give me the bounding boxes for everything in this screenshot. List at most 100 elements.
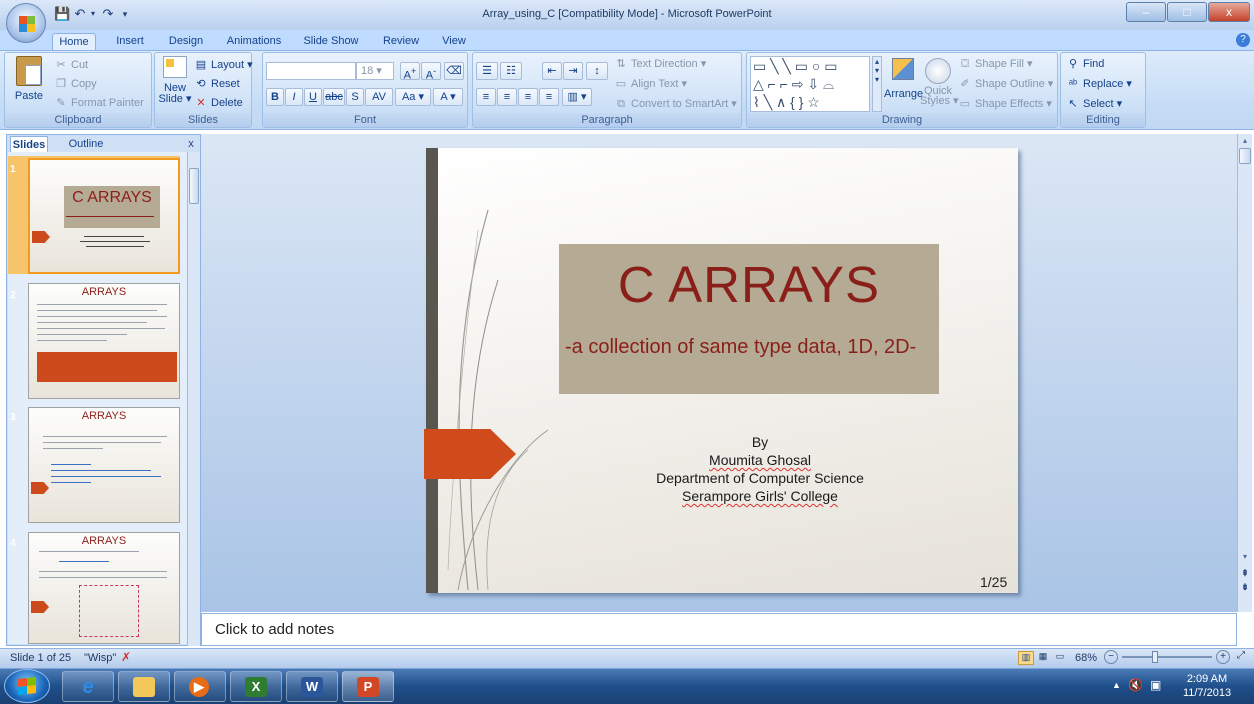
tab-slide-show[interactable]: Slide Show <box>298 33 364 50</box>
thumbnail-slide-2[interactable]: ARRAYS <box>28 283 180 399</box>
tab-design[interactable]: Design <box>163 33 209 50</box>
previous-slide-icon[interactable]: ⇞ <box>1239 568 1251 579</box>
start-button[interactable] <box>4 669 50 703</box>
bold-button[interactable]: B <box>266 88 284 106</box>
zoom-in-icon[interactable]: + <box>1216 650 1230 664</box>
zoom-out-icon[interactable]: − <box>1104 650 1118 664</box>
help-icon[interactable]: ? <box>1236 33 1250 47</box>
taskbar-internet-explorer[interactable]: e <box>62 671 114 702</box>
notes-placeholder[interactable]: Click to add notes <box>215 621 334 638</box>
paste-button[interactable]: Paste <box>12 56 46 116</box>
slide-sorter-icon[interactable]: ▦ <box>1035 651 1051 665</box>
find-button[interactable]: ⚲ Find <box>1066 57 1104 71</box>
layout-button[interactable]: ▤ Layout ▾ <box>194 58 253 72</box>
tab-animations[interactable]: Animations <box>222 33 286 50</box>
tab-insert[interactable]: Insert <box>108 33 152 50</box>
shapes-gallery-scroll[interactable]: ▴ ▾ ▾ <box>872 56 882 112</box>
show-hidden-icons[interactable]: ▲ <box>1112 680 1121 690</box>
tab-home[interactable]: Home <box>52 33 96 50</box>
office-button[interactable] <box>6 3 46 43</box>
format-painter-button[interactable]: ✎ Format Painter <box>54 96 143 110</box>
zoom-slider-track[interactable] <box>1122 656 1212 658</box>
network-icon[interactable]: ▣ <box>1150 678 1161 692</box>
close-pane-button[interactable]: x <box>184 136 198 152</box>
new-slide-button[interactable]: New Slide ▾ <box>158 56 192 116</box>
close-button[interactable]: x <box>1208 2 1250 22</box>
delete-button[interactable]: ✕ Delete <box>194 96 242 110</box>
author-name[interactable]: Moumita Ghosal <box>560 452 960 468</box>
line-spacing-button[interactable]: ↕ <box>586 62 608 80</box>
arrange-button[interactable]: Arrange <box>884 56 923 114</box>
author-department[interactable]: Department of Computer Science <box>560 470 960 486</box>
theme-status[interactable]: "Wisp" <box>84 652 116 664</box>
slide-show-icon[interactable]: ▭ <box>1052 651 1068 665</box>
align-text-button[interactable]: ▭ Align Text ▾ <box>614 77 687 91</box>
notes-pane[interactable] <box>201 613 1237 646</box>
shape-outline-button[interactable]: ✐ Shape Outline ▾ <box>958 77 1053 91</box>
author-college[interactable]: Serampore Girls' College <box>560 488 960 504</box>
spell-check-icon[interactable]: ✗ <box>118 650 134 666</box>
next-slide-icon[interactable]: ⇟ <box>1239 582 1251 593</box>
decrease-indent-button[interactable]: ⇤ <box>542 62 562 80</box>
thumbnail-slide-4[interactable]: ARRAYS <box>28 532 180 644</box>
thumbnail-scroll-thumb[interactable] <box>189 168 199 204</box>
italic-button[interactable]: I <box>285 88 303 106</box>
align-center-button[interactable]: ≡ <box>497 88 517 106</box>
change-case-button[interactable]: Aa ▾ <box>395 88 431 106</box>
underline-button[interactable]: U <box>304 88 322 106</box>
columns-button[interactable]: ▥ ▾ <box>562 88 592 106</box>
thumbnail-slide-1[interactable]: C ARRAYS <box>28 158 180 274</box>
shadow-button[interactable]: S <box>346 88 364 106</box>
taskbar-excel[interactable]: X <box>230 671 282 702</box>
thumbnail-slide-3[interactable]: ARRAYS <box>28 407 180 523</box>
taskbar-powerpoint[interactable]: P <box>342 671 394 702</box>
slide-scrollbar[interactable]: ▴ ▾ ⇞ ⇟ <box>1237 134 1252 612</box>
replace-button[interactable]: ᵃᵇ Replace ▾ <box>1066 77 1132 91</box>
justify-button[interactable]: ≡ <box>539 88 559 106</box>
slide-scroll-thumb[interactable] <box>1239 148 1251 164</box>
text-direction-button[interactable]: ⇅ Text Direction ▾ <box>614 57 706 71</box>
tab-review[interactable]: Review <box>378 33 424 50</box>
grow-font-button[interactable]: A+ <box>400 62 420 82</box>
taskbar-word[interactable]: W <box>286 671 338 702</box>
align-right-button[interactable]: ≡ <box>518 88 538 106</box>
taskbar-clock[interactable]: 2:09 AM 11/7/2013 <box>1170 672 1244 700</box>
maximize-button[interactable]: □ <box>1167 2 1207 22</box>
normal-view-icon[interactable]: ▥ <box>1018 651 1034 665</box>
increase-indent-button[interactable]: ⇥ <box>563 62 583 80</box>
scroll-down-icon[interactable]: ▾ <box>1239 552 1251 561</box>
clear-formatting-button[interactable]: ⌫ <box>444 62 464 80</box>
thumbnail-scrollbar[interactable] <box>187 152 200 646</box>
shrink-font-button[interactable]: A- <box>421 62 441 82</box>
reset-button[interactable]: ⟲ Reset <box>194 77 239 91</box>
convert-smartart-button[interactable]: ⧉ Convert to SmartArt ▾ <box>614 97 737 111</box>
tab-outline[interactable]: Outline <box>62 136 110 152</box>
tab-view[interactable]: View <box>436 33 472 50</box>
fit-to-window-icon[interactable]: ⤢ <box>1234 650 1248 664</box>
shape-effects-button[interactable]: ▭ Shape Effects ▾ <box>958 97 1052 111</box>
align-left-button[interactable]: ≡ <box>476 88 496 106</box>
bullets-button[interactable]: ☰ <box>476 62 498 80</box>
slide-subtitle[interactable]: -a collection of same type data, 1D, 2D- <box>565 334 937 360</box>
minimize-button[interactable]: – <box>1126 2 1166 22</box>
zoom-level[interactable]: 68% <box>1075 652 1097 664</box>
font-color-button[interactable]: A ▾ <box>433 88 463 106</box>
select-button[interactable]: ↖ Select ▾ <box>1066 97 1122 111</box>
taskbar-file-explorer[interactable] <box>118 671 170 702</box>
shape-fill-button[interactable]: ⛋ Shape Fill ▾ <box>958 57 1033 71</box>
character-spacing-button[interactable]: AV <box>365 88 393 106</box>
copy-button[interactable]: ❐ Copy <box>54 77 97 91</box>
scroll-up-icon[interactable]: ▴ <box>1239 136 1251 146</box>
tab-slides[interactable]: Slides <box>10 136 48 152</box>
quick-styles-button[interactable]: Quick Styles ▾ <box>920 56 959 114</box>
font-name-combo[interactable] <box>266 62 356 80</box>
slide-title[interactable]: C ARRAYS <box>559 255 939 314</box>
cut-button[interactable]: ✂ Cut <box>54 58 88 72</box>
font-size-combo[interactable]: 18 ▾ <box>356 62 394 80</box>
strikethrough-button[interactable]: abc <box>323 88 345 106</box>
author-by[interactable]: By <box>560 434 960 450</box>
zoom-slider-thumb[interactable] <box>1152 651 1158 663</box>
shapes-gallery[interactable]: ▭ ╲ ╲ ▭ ○ ▭ △ ⌐ ⌐ ⇨ ⇩ ⌓ ⌇ ╲ ∧ { } ☆ <box>750 56 870 112</box>
volume-muted-icon[interactable]: 🔇 <box>1128 678 1143 692</box>
taskbar-media-player[interactable]: ▶ <box>174 671 226 702</box>
